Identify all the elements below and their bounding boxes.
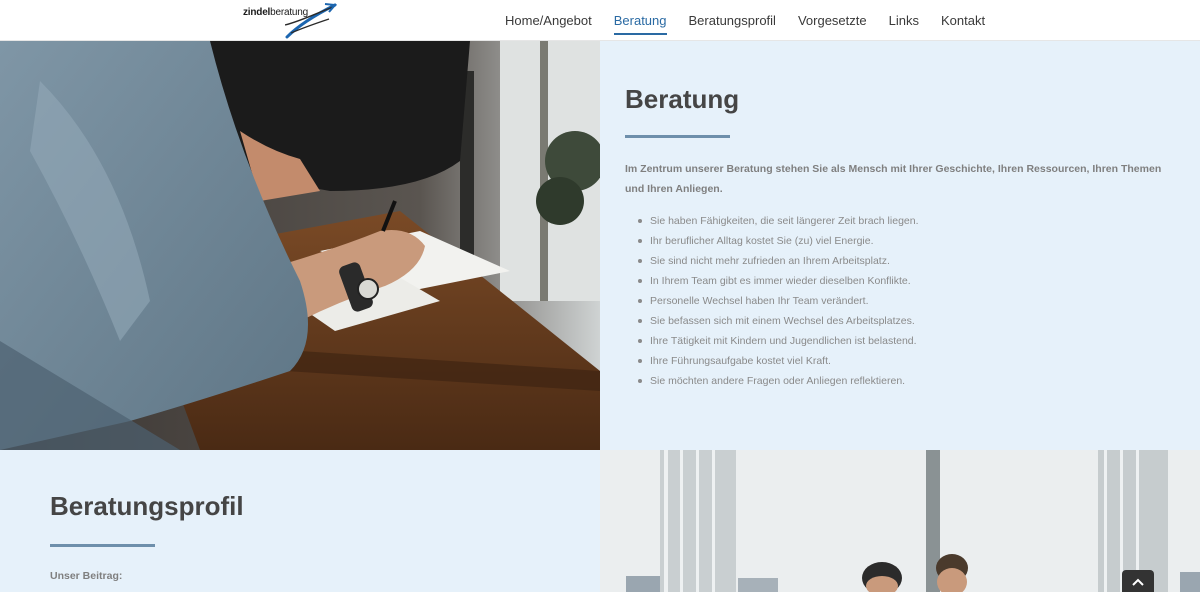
beratung-intro: Im Zentrum unserer Beratung stehen Sie a… xyxy=(625,163,1162,195)
nav-item-beratungsprofil[interactable]: Beratungsprofil xyxy=(689,0,776,41)
chevron-up-icon xyxy=(1132,578,1144,586)
list-item: Sie möchten andere Fragen oder Anliegen … xyxy=(625,371,1165,391)
beratung-title: Beratung xyxy=(625,84,740,114)
list-item: Sie befassen sich mit einem Wechsel des … xyxy=(625,311,1165,331)
scroll-to-top-button[interactable] xyxy=(1122,570,1154,592)
office-meeting-photo-illustration xyxy=(600,450,1200,592)
beratung-title-divider xyxy=(625,135,730,138)
nav-item-kontakt[interactable]: Kontakt xyxy=(941,0,985,41)
beratungsprofil-title: Beratungsprofil xyxy=(50,491,244,521)
list-item: Ihr beruflicher Alltag kostet Sie (zu) v… xyxy=(625,231,1165,251)
logo[interactable]: zindelberatung xyxy=(243,3,338,39)
beratungsprofil-title-divider xyxy=(50,544,155,547)
beratungsprofil-subtitle: Unser Beitrag: xyxy=(50,570,123,582)
site-header: zindelberatung Home/Angebot Beratung Ber… xyxy=(0,0,1200,41)
nav-item-beratung[interactable]: Beratung xyxy=(613,0,667,41)
main-nav: Home/Angebot Beratung Beratungsprofil Vo… xyxy=(505,0,1007,41)
beratungsprofil-section: Beratungsprofil Unser Beitrag: xyxy=(0,450,600,592)
beratung-bullet-list: Sie haben Fähigkeiten, die seit längerer… xyxy=(625,211,1165,391)
list-item: Ihre Führungsaufgabe kostet viel Kraft. xyxy=(625,351,1165,371)
nav-item-vorgesetzte[interactable]: Vorgesetzte xyxy=(798,0,867,41)
list-item: In Ihrem Team gibt es immer wieder diese… xyxy=(625,271,1165,291)
logo-text-part1: zindel xyxy=(243,7,271,18)
office-meeting-photo xyxy=(600,450,1200,592)
nav-item-home-angebot[interactable]: Home/Angebot xyxy=(505,0,592,41)
consultation-photo xyxy=(0,41,600,450)
nav-item-links[interactable]: Links xyxy=(889,0,919,41)
list-item: Personelle Wechsel haben Ihr Team veränd… xyxy=(625,291,1165,311)
list-item: Sie sind nicht mehr zufrieden an Ihrem A… xyxy=(625,251,1165,271)
list-item: Ihre Tätigkeit mit Kindern und Jugendlic… xyxy=(625,331,1165,351)
consultation-photo-illustration xyxy=(0,41,600,450)
logo-swoosh-icon xyxy=(285,3,337,39)
list-item: Sie haben Fähigkeiten, die seit längerer… xyxy=(625,211,1165,231)
beratung-section: Beratung Im Zentrum unserer Beratung ste… xyxy=(600,41,1200,450)
